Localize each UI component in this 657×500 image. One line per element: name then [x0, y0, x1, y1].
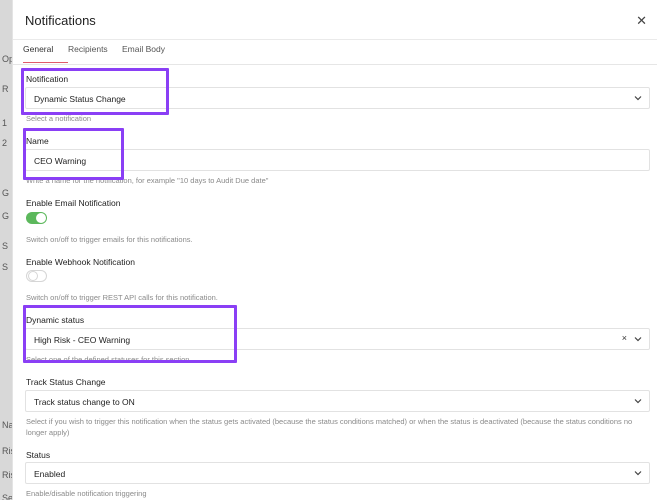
bg-fragment: G [2, 188, 10, 198]
dynamic-status-select[interactable]: High Risk - CEO Warning × [25, 328, 650, 350]
enable-webhook-help: Switch on/off to trigger REST API calls … [26, 293, 218, 302]
name-label: Name [26, 136, 49, 146]
close-icon[interactable]: ✕ [636, 14, 647, 27]
toggle-knob [28, 271, 38, 281]
chevron-down-icon [634, 96, 642, 101]
track-status-help-line2: longer apply) [26, 428, 70, 437]
tab-general[interactable]: General [23, 44, 68, 63]
enable-email-toggle[interactable] [26, 212, 47, 224]
dynamic-status-help: Select one of the defined statuses for t… [26, 355, 190, 364]
bg-fragment: S [2, 262, 9, 272]
dynamic-status-value: High Risk - CEO Warning [34, 335, 131, 345]
dynamic-status-label: Dynamic status [26, 315, 85, 325]
bg-fragment: R [2, 84, 9, 94]
tab-label: Recipients [68, 44, 108, 54]
name-input[interactable]: CEO Warning [25, 149, 650, 171]
enable-webhook-toggle[interactable] [26, 270, 47, 282]
enable-webhook-label: Enable Webhook Notification [26, 257, 135, 267]
chevron-down-icon [634, 399, 642, 404]
toggle-knob [36, 213, 46, 223]
modal-title: Notifications [25, 13, 96, 28]
name-value: CEO Warning [34, 156, 87, 166]
notification-select[interactable]: Dynamic Status Change [25, 87, 650, 109]
status-help: Enable/disable notification triggering [26, 489, 147, 498]
track-status-select[interactable]: Track status change to ON [25, 390, 650, 412]
notifications-modal: Notifications ✕ General Recipients Email… [12, 0, 657, 500]
clear-selection-icon[interactable]: × [622, 333, 627, 343]
tab-label: Email Body [122, 44, 165, 54]
notification-help: Select a notification [26, 114, 92, 123]
tab-label: General [23, 44, 54, 54]
tab-bar: General Recipients Email Body [13, 40, 657, 65]
status-value: Enabled [34, 469, 66, 479]
bg-fragment: S [2, 241, 9, 251]
status-label: Status [26, 450, 51, 460]
track-status-label: Track Status Change [26, 377, 106, 387]
chevron-down-icon [634, 337, 642, 342]
bg-fragment: 1 [2, 118, 8, 128]
chevron-down-icon [634, 471, 642, 476]
bg-fragment: 2 [2, 138, 8, 148]
notification-label: Notification [26, 74, 69, 84]
enable-email-help: Switch on/off to trigger emails for this… [26, 235, 193, 244]
notification-value: Dynamic Status Change [34, 94, 126, 104]
enable-email-label: Enable Email Notification [26, 198, 121, 208]
track-status-help-line1: Select if you wish to trigger this notif… [26, 417, 633, 426]
modal-header: Notifications ✕ [13, 0, 657, 40]
track-status-value: Track status change to ON [34, 397, 135, 407]
bg-fragment: G [2, 211, 10, 221]
tab-recipients[interactable]: Recipients [68, 44, 108, 62]
active-tab-indicator [23, 61, 68, 63]
tab-email-body[interactable]: Email Body [122, 44, 165, 62]
status-select[interactable]: Enabled [25, 462, 650, 484]
name-help: Write a name for the notification, for e… [26, 176, 269, 185]
